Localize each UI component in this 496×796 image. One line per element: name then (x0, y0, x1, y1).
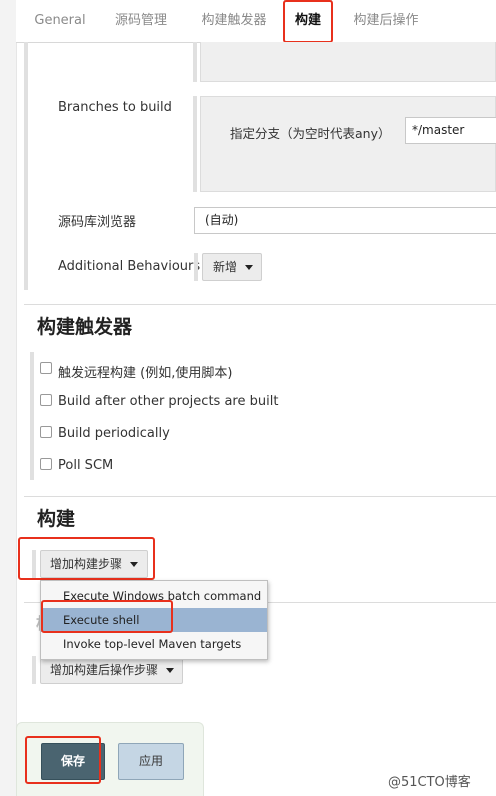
additional-behaviours-label: Additional Behaviours (58, 259, 201, 274)
add-post-build-step-button[interactable]: 增加构建后操作步骤 (40, 656, 183, 684)
tab-build-triggers[interactable]: 构建触发器 (190, 0, 278, 42)
scm-section-bar (24, 42, 28, 290)
branches-panel-bar (193, 96, 197, 192)
behaviours-bar (194, 253, 198, 281)
annotation-highlight-build-tab (283, 0, 333, 43)
annotation-highlight-add-build-step (18, 537, 155, 580)
branch-specifier-input[interactable]: */master (405, 117, 496, 144)
triggers-section-bar (30, 352, 34, 480)
repositories-panel (200, 42, 496, 82)
build-periodically-label: Build periodically (58, 426, 170, 441)
add-behaviour-button[interactable]: 新增 (202, 253, 262, 281)
add-behaviour-label: 新增 (213, 260, 238, 274)
annotation-highlight-save-button (25, 736, 101, 784)
build-triggers-heading: 构建触发器 (37, 316, 133, 338)
build-periodically-checkbox[interactable] (40, 426, 52, 438)
watermark-text: @51CTO博客 (388, 775, 471, 790)
trigger-remote-label: 触发远程构建 (例如,使用脚本) (58, 366, 233, 381)
annotation-highlight-execute-shell (41, 600, 173, 633)
config-tab-bar: General 源码管理 构建触发器 构建 构建后操作 (16, 0, 496, 43)
section-divider (24, 304, 496, 305)
chevron-down-icon (245, 265, 254, 270)
repo-panel-bar (193, 42, 197, 82)
branch-specifier-label: 指定分支（为空时代表any） (230, 126, 391, 141)
build-after-other-projects-checkbox[interactable] (40, 394, 52, 406)
build-heading: 构建 (37, 508, 76, 530)
section-divider (24, 496, 496, 497)
tab-general[interactable]: General (28, 0, 92, 42)
poll-scm-label: Poll SCM (58, 458, 114, 473)
apply-button[interactable]: 应用 (118, 743, 184, 780)
left-gutter (0, 0, 17, 796)
poll-scm-checkbox[interactable] (40, 458, 52, 470)
chevron-down-icon (166, 668, 175, 673)
trigger-remote-checkbox[interactable] (40, 362, 52, 374)
tab-source-code-management[interactable]: 源码管理 (104, 0, 178, 42)
branches-to-build-label: Branches to build (58, 100, 172, 115)
tab-post-build-actions[interactable]: 构建后操作 (342, 0, 430, 42)
branches-panel (200, 96, 496, 192)
add-post-build-step-label: 增加构建后操作步骤 (50, 663, 159, 677)
menu-item-maven-targets[interactable]: Invoke top-level Maven targets (41, 632, 267, 656)
repository-browser-select[interactable]: (自动) (194, 207, 496, 234)
build-after-other-projects-label: Build after other projects are built (58, 394, 279, 409)
post-build-step-bar (32, 656, 36, 684)
repository-browser-label: 源码库浏览器 (58, 215, 137, 230)
